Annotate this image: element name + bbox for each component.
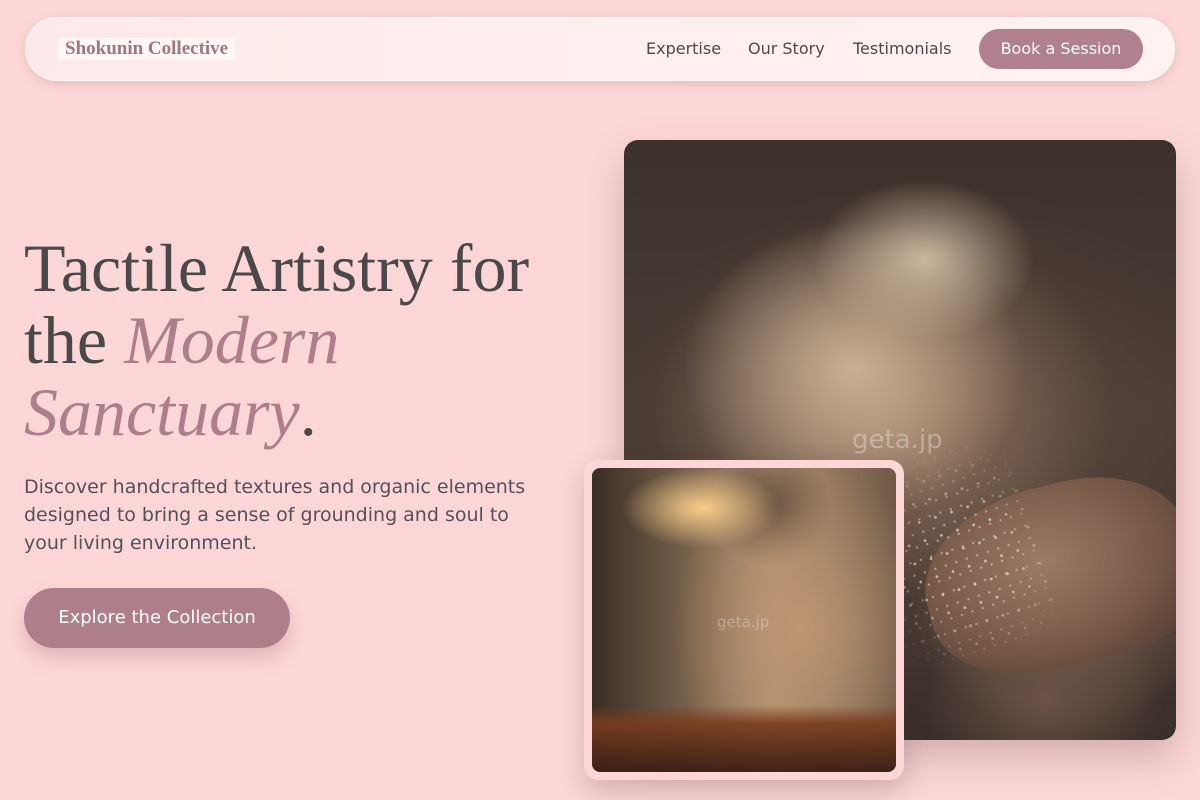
- inset-watermark: geta.jp: [717, 613, 770, 631]
- navbar: Shokunin Collective Expertise Our Story …: [25, 17, 1175, 81]
- brand-logo[interactable]: Shokunin Collective: [58, 38, 236, 60]
- nav-link-expertise[interactable]: Expertise: [646, 39, 721, 59]
- nav-link-our-story[interactable]: Our Story: [748, 39, 825, 59]
- inset-image-frame: geta.jp: [584, 460, 904, 780]
- book-session-button[interactable]: Book a Session: [979, 29, 1143, 69]
- nav-link-testimonials[interactable]: Testimonials: [853, 39, 952, 59]
- explore-collection-button[interactable]: Explore the Collection: [24, 588, 290, 648]
- image-watermark: geta.jp: [852, 425, 943, 455]
- hero-headline: Tactile Artistry for the Modern Sanctuar…: [24, 232, 604, 448]
- inset-image-craftsman: geta.jp: [592, 468, 896, 772]
- headline-period: .: [299, 374, 317, 450]
- hero-description: Discover handcrafted textures and organi…: [24, 476, 526, 554]
